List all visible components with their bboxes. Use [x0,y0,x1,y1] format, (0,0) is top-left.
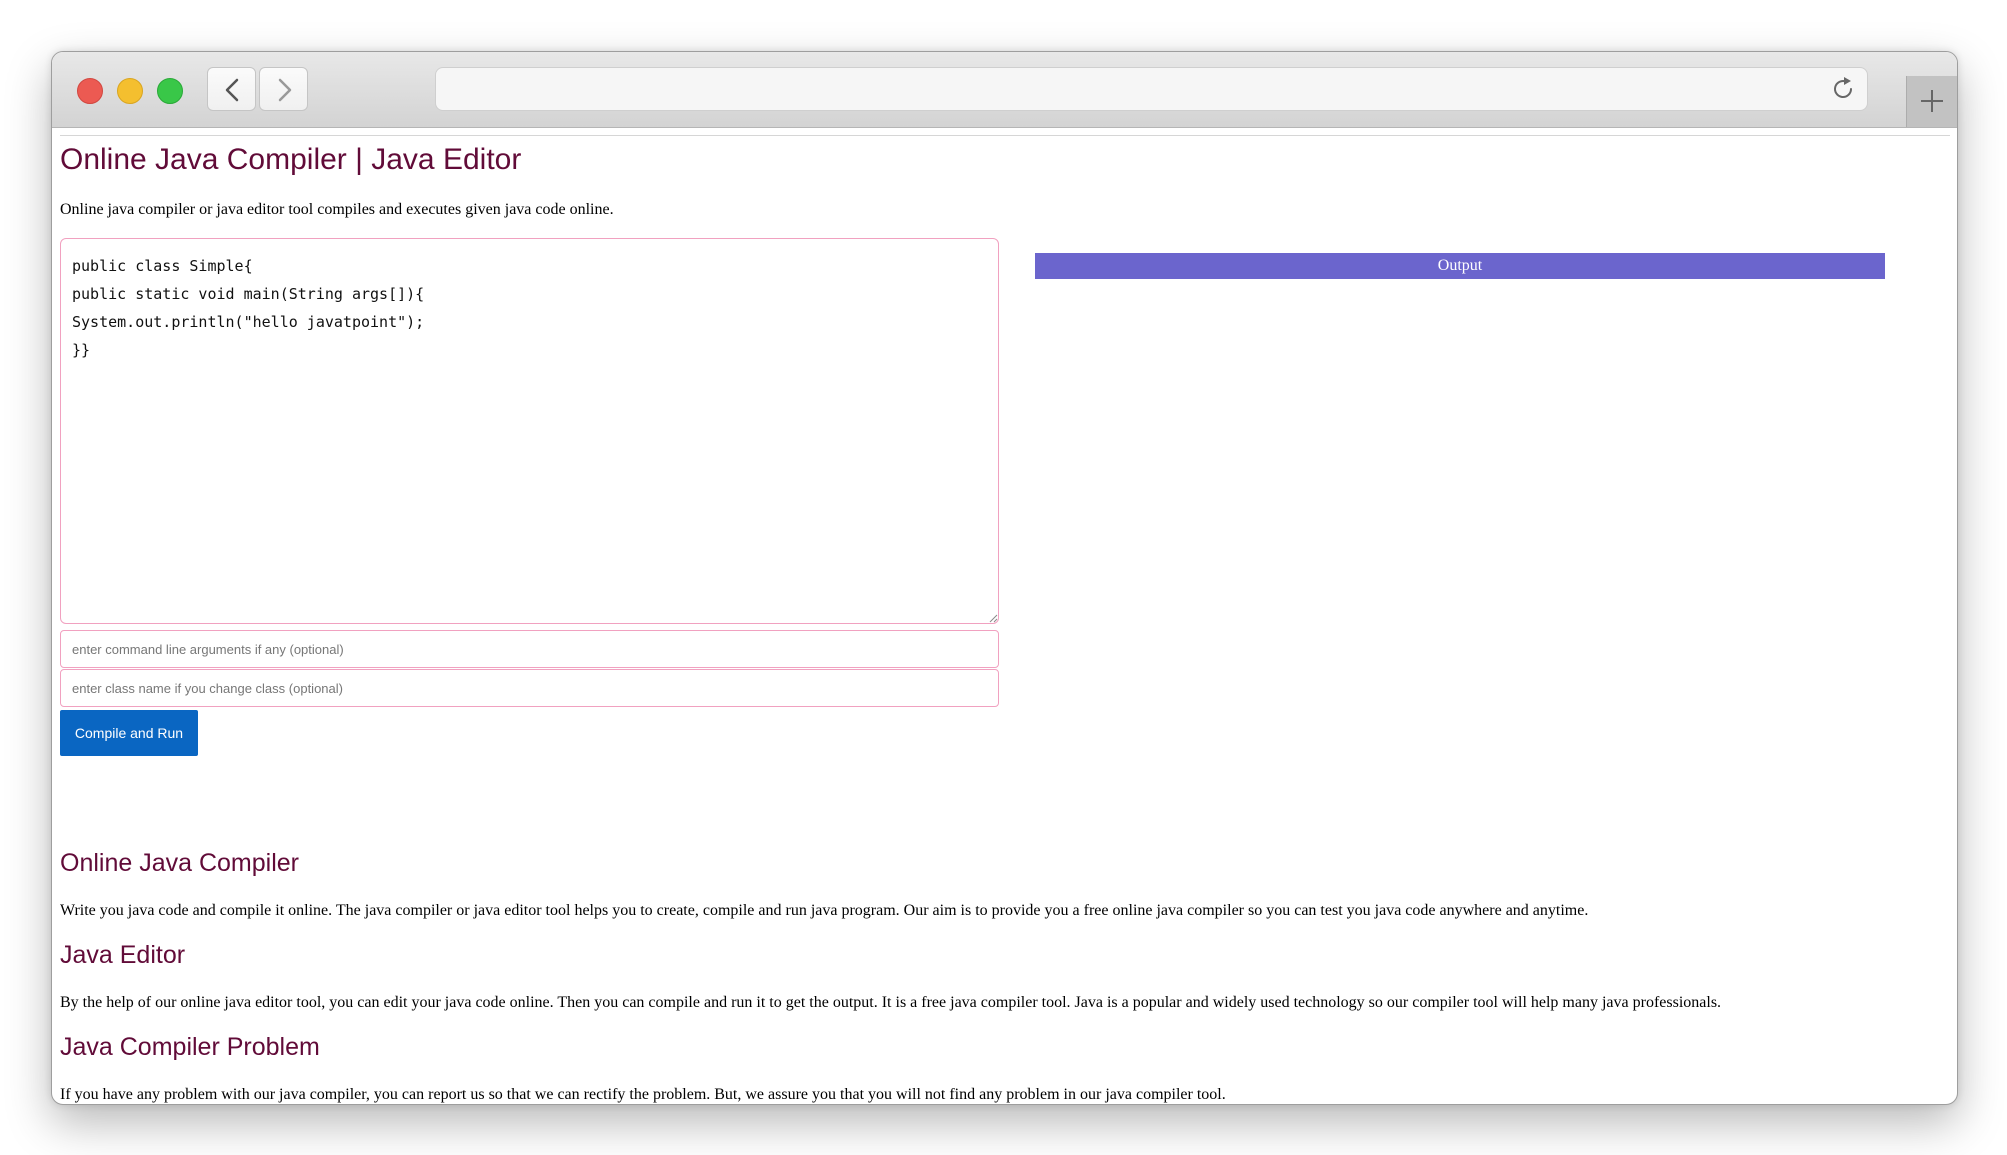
page-title: Online Java Compiler | Java Editor [60,143,522,176]
section-heading-java-editor: Java Editor [60,941,186,969]
new-tab-button[interactable] [1906,76,1957,127]
browser-toolbar [52,52,1957,128]
back-icon [225,78,239,102]
page-subtitle: Online java compiler or java editor tool… [60,201,614,218]
maximize-window-button[interactable] [157,78,183,104]
browser-window: Online Java Compiler | Java Editor Onlin… [51,51,1958,1105]
plus-icon [1921,90,1943,112]
output-header: Output [1035,253,1885,279]
forward-button[interactable] [259,67,308,111]
section-text-java-compiler-problem: If you have any problem with our java co… [60,1086,1226,1103]
page-content: Online Java Compiler | Java Editor Onlin… [52,128,1957,1104]
top-divider [60,135,1950,136]
back-button[interactable] [207,67,256,111]
section-text-online-java-compiler: Write you java code and compile it onlin… [60,902,1589,919]
command-line-args-input[interactable] [60,630,999,668]
code-editor[interactable]: public class Simple{ public static void … [60,238,999,624]
close-window-button[interactable] [77,78,103,104]
minimize-window-button[interactable] [117,78,143,104]
class-name-input[interactable] [60,669,999,707]
section-heading-java-compiler-problem: Java Compiler Problem [60,1033,320,1061]
reload-icon[interactable] [1831,76,1857,102]
section-heading-online-java-compiler: Online Java Compiler [60,849,299,877]
resize-handle-icon[interactable] [988,613,998,623]
compile-and-run-button[interactable]: Compile and Run [60,710,198,756]
address-bar[interactable] [435,67,1868,111]
section-text-java-editor: By the help of our online java editor to… [60,994,1722,1011]
forward-icon [278,78,292,102]
